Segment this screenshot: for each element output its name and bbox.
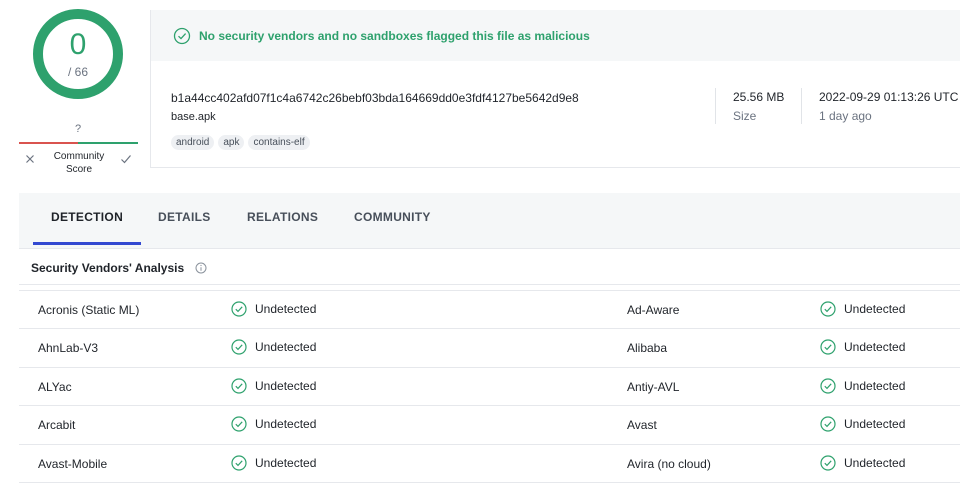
vendor-result: Undetected [231, 339, 316, 355]
check-circle-icon [231, 301, 247, 317]
vendor-result: Undetected [820, 454, 906, 471]
vendor-result-text: Undetected [255, 378, 317, 393]
info-icon[interactable] [195, 262, 207, 274]
vendor-result-text: Undetected [255, 302, 317, 316]
table-row: Avast-Mobile Undetected Avira (no cloud)… [19, 445, 960, 483]
vendor-result-text: Undetected [255, 340, 317, 355]
vendor-name: Acronis (Static ML) [38, 303, 140, 317]
tab-detection[interactable]: DETECTION [51, 210, 123, 224]
community-score-value: ? [74, 123, 82, 135]
tab-details[interactable]: DETAILS [158, 210, 211, 224]
vendor-name: ALYac [38, 379, 72, 394]
active-tab-indicator [33, 242, 141, 245]
vendor-result: Undetected [231, 378, 316, 394]
table-row: Acronis (Static ML) Undetected Ad-Aware … [19, 291, 960, 330]
vendor-name: Avast-Mobile [38, 456, 108, 471]
vendor-name: Avira (no cloud) [627, 456, 711, 471]
vendor-result: Undetected [820, 301, 905, 317]
verdict-text: No security vendors and no sandboxes fla… [199, 28, 590, 43]
check-circle-icon [820, 301, 836, 317]
vendor-result-text: Undetected [255, 455, 317, 470]
vendor-result: Undetected [231, 301, 316, 317]
file-date: 2022-09-29 01:13:26 UTC 1 day ago [819, 90, 958, 123]
check-circle-icon [231, 339, 247, 355]
detection-score: 0 / 66 [32, 8, 124, 100]
tag-contains-elf[interactable]: contains-elf [248, 135, 310, 150]
meta-divider [801, 88, 802, 124]
vendor-name: Alibaba [627, 341, 668, 356]
verdict-banner: No security vendors and no sandboxes fla… [151, 10, 960, 61]
file-size-value: 25.56 MB [733, 90, 785, 104]
engine-total: / 66 [67, 65, 88, 79]
community-label-line2: Score [65, 164, 93, 175]
tab-community[interactable]: COMMUNITY [354, 210, 431, 224]
file-name: base.apk [171, 111, 216, 123]
vendor-result: Undetected [231, 416, 316, 432]
file-size: 25.56 MB Size [733, 90, 784, 123]
vendor-result-text: Undetected [255, 417, 317, 432]
tag-android[interactable]: android [171, 135, 215, 150]
community-score-label: Community Score [48, 150, 110, 176]
vendor-name: Avast [627, 418, 657, 433]
vendor-name: Arcabit [38, 418, 76, 433]
check-circle-icon [820, 454, 836, 471]
vendor-result: Undetected [231, 454, 317, 471]
check-circle-icon [231, 416, 247, 432]
file-tags: android apk contains-elf [171, 135, 310, 150]
table-row: Arcabit Undetected Avast Undetected [19, 406, 960, 445]
meta-divider [715, 88, 716, 124]
vendor-result-text: Undetected [844, 302, 906, 316]
tag-apk[interactable]: apk [218, 135, 245, 150]
table-row: AhnLab-V3 Undetected Alibaba Undetected [19, 329, 960, 368]
vendor-result-text: Undetected [844, 378, 906, 393]
vendor-name: AhnLab-V3 [38, 341, 99, 356]
check-circle-icon [820, 416, 836, 432]
file-date-label: 1 day ago [819, 109, 872, 123]
vendors-section-header: Security Vendors' Analysis [19, 251, 960, 285]
vendor-result: Undetected [820, 416, 905, 432]
vendor-results-table: Acronis (Static ML) Undetected Ad-Aware … [19, 290, 960, 483]
vendor-result-text: Undetected [844, 455, 906, 470]
check-circle-icon [173, 27, 191, 44]
check-circle-icon [820, 378, 836, 394]
report-tabs: DETECTION DETAILS RELATIONS COMMUNITY [19, 193, 960, 249]
tab-relations[interactable]: RELATIONS [247, 210, 318, 224]
vendor-result: Undetected [820, 378, 905, 394]
file-hash[interactable]: b1a44cc402afd07f1c4a6742c26bebf03bda1646… [171, 91, 579, 105]
check-circle-icon [231, 378, 247, 394]
community-label-line1: Community [53, 151, 105, 162]
table-row: ALYac Undetected Antiy-AVL Undetected [19, 368, 960, 407]
file-summary-card: No security vendors and no sandboxes fla… [150, 10, 960, 168]
check-circle-icon [820, 339, 836, 355]
vendor-result-text: Undetected [844, 417, 906, 432]
detection-count: 0 [69, 28, 87, 61]
file-date-value: 2022-09-29 01:13:26 UTC [819, 90, 959, 104]
check-circle-icon [231, 454, 247, 471]
community-score-bar [19, 142, 138, 144]
vendor-result-text: Undetected [844, 340, 906, 355]
section-title: Security Vendors' Analysis [31, 260, 185, 275]
close-icon[interactable] [22, 151, 38, 167]
vendor-name: Ad-Aware [627, 303, 680, 317]
check-icon[interactable] [118, 151, 134, 167]
vendor-result: Undetected [820, 339, 905, 355]
file-size-label: Size [733, 109, 757, 123]
vendor-name: Antiy-AVL [627, 379, 680, 394]
